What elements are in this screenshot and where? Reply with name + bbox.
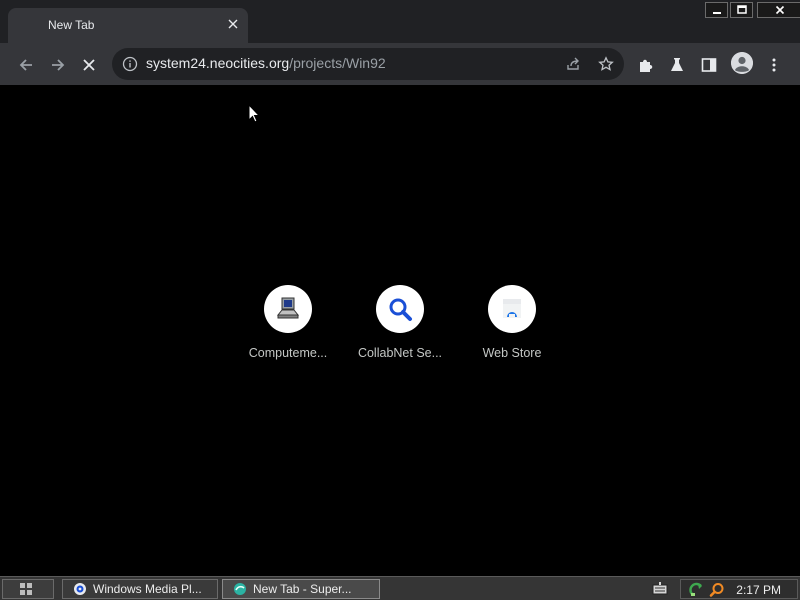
- mouse-cursor-icon: [248, 104, 260, 123]
- computer-icon: [276, 297, 300, 319]
- browser-window: New Tab system24.neocities.org/projects/…: [0, 0, 800, 576]
- new-tab-page: Computeme... CollabNet Se... Web Store: [0, 85, 800, 576]
- arrow-right-icon[interactable]: [45, 52, 71, 78]
- kebab-menu-icon[interactable]: [765, 56, 783, 74]
- window-controls: [703, 2, 800, 18]
- media-player-icon: [74, 583, 86, 595]
- close-icon[interactable]: [757, 2, 800, 18]
- start-button[interactable]: [2, 579, 54, 599]
- stop-loading-icon[interactable]: [76, 52, 102, 78]
- info-icon[interactable]: [122, 56, 138, 72]
- taskbar-item-label: Windows Media Pl...: [93, 582, 202, 596]
- shortcut-label: Computeme...: [248, 346, 328, 360]
- maximize-icon[interactable]: [730, 2, 753, 18]
- taskbar-item-label: New Tab - Super...: [253, 582, 352, 596]
- minimize-icon[interactable]: [705, 2, 728, 18]
- url-path: /projects/Win92: [289, 55, 386, 71]
- shortcut-icon-circle: [376, 285, 424, 333]
- clock[interactable]: 2:17 PM: [736, 583, 781, 597]
- share-icon[interactable]: [566, 56, 582, 72]
- url-text[interactable]: system24.neocities.org/projects/Win92: [146, 55, 386, 71]
- system-tray: 2:17 PM: [680, 579, 798, 599]
- side-panel-icon[interactable]: [700, 56, 718, 74]
- taskbar-item-new-tab[interactable]: New Tab - Super...: [222, 579, 380, 599]
- magnifier-icon: [389, 298, 412, 321]
- keyboard-icon[interactable]: [652, 581, 668, 597]
- search-icon[interactable]: [709, 582, 725, 598]
- shortcut-icon-circle: [488, 285, 536, 333]
- shortcut-web-store[interactable]: Web Store: [456, 285, 568, 375]
- arrow-left-icon[interactable]: [13, 52, 39, 78]
- url-host: system24.neocities.org: [146, 55, 290, 71]
- address-bar[interactable]: system24.neocities.org/projects/Win92: [112, 48, 624, 80]
- tab-strip: New Tab: [0, 0, 800, 44]
- flask-icon[interactable]: [668, 56, 686, 74]
- start-grid-icon: [20, 583, 32, 595]
- taskbar-item-media-player[interactable]: Windows Media Pl...: [62, 579, 218, 599]
- tab-title: New Tab: [48, 18, 95, 32]
- puzzle-icon[interactable]: [637, 56, 655, 74]
- shortcut-label: Web Store: [482, 346, 542, 360]
- tab-new-tab[interactable]: New Tab: [8, 8, 248, 44]
- shortcut-icon-circle: [264, 285, 312, 333]
- avatar-icon[interactable]: [731, 52, 753, 74]
- browser-toolbar: system24.neocities.org/projects/Win92: [0, 43, 800, 85]
- network-icon[interactable]: [689, 582, 705, 598]
- shortcut-label: CollabNet Se...: [357, 346, 443, 360]
- tab-close-icon[interactable]: [224, 16, 242, 34]
- shortcut-computeme[interactable]: Computeme...: [232, 285, 344, 375]
- taskbar: Windows Media Pl... New Tab - Super... 2…: [0, 576, 800, 600]
- web-store-icon: [503, 299, 521, 318]
- shortcut-collabnet[interactable]: CollabNet Se...: [344, 285, 456, 375]
- browser-icon: [234, 583, 246, 595]
- star-icon[interactable]: [598, 56, 614, 72]
